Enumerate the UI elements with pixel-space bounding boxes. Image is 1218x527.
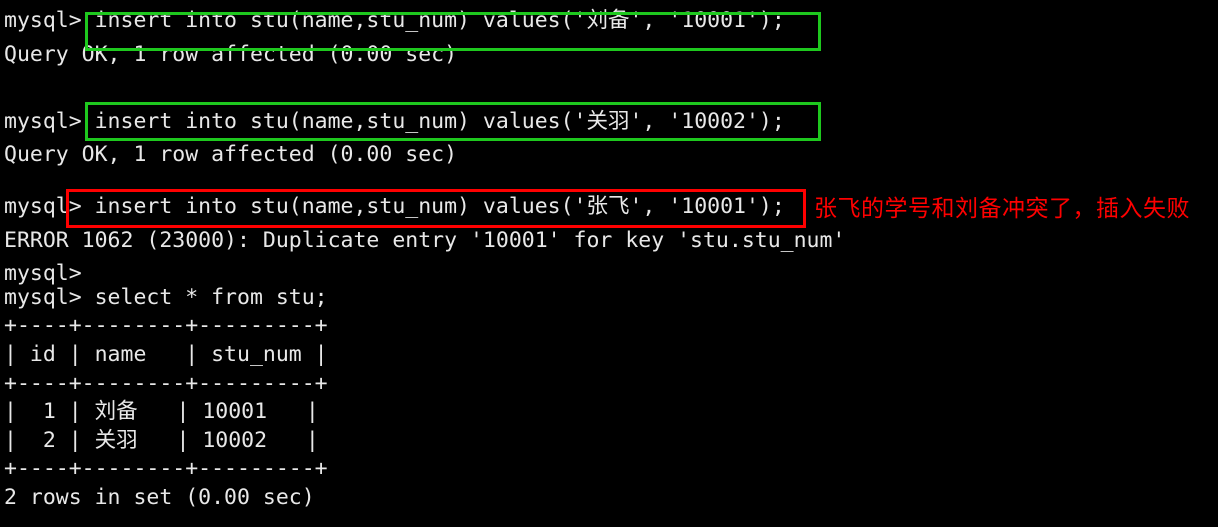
terminal-line-insert-zhangfei: mysql> insert into stu(name,stu_num) val… [4, 194, 785, 219]
terminal-line-blank-1 [4, 71, 14, 105]
terminal-line-error: ERROR 1062 (23000): Duplicate entry '100… [4, 227, 846, 253]
terminal-window[interactable]: mysql> insert into stu(name,stu_num) val… [0, 0, 1218, 527]
terminal-line-result-liubei: Query OK, 1 row affected (0.00 sec) [4, 41, 458, 67]
terminal-line-result-guanyu: Query OK, 1 row affected (0.00 sec) [4, 142, 458, 168]
terminal-line-insert-guanyu: mysql> insert into stu(name,stu_num) val… [4, 108, 785, 134]
terminal-line-insert-liubei: mysql> insert into stu(name,stu_num) val… [4, 8, 785, 33]
annotation-duplicate-key: 张飞的学号和刘备冲突了，插入失败 [814, 196, 1190, 222]
terminal-line-row-count: 2 rows in set (0.00 sec) [4, 485, 315, 510]
